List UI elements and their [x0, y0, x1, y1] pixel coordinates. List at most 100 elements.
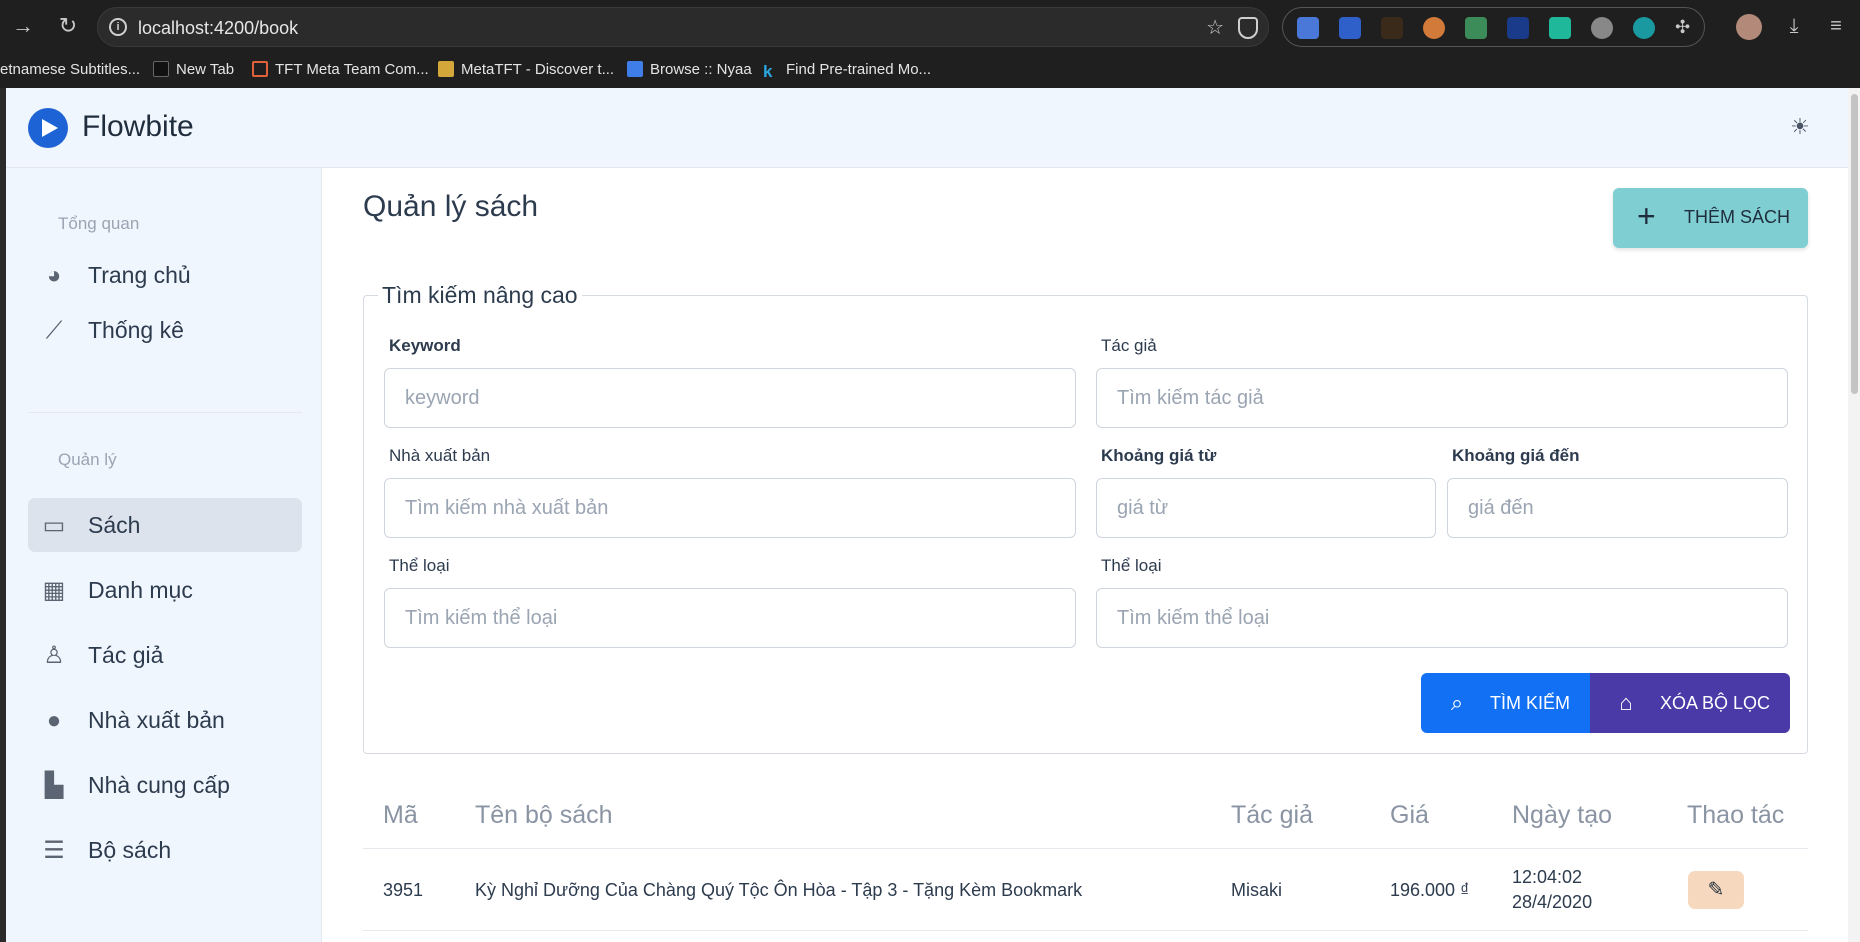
bookmark-item[interactable]: etnamese Subtitles... [0, 61, 140, 78]
page-title: Quản lý sách [363, 190, 539, 223]
category-search-input[interactable] [384, 588, 1076, 648]
row-id: 3951 [383, 880, 424, 900]
author-search-input[interactable] [1096, 368, 1788, 428]
bookmark-star-icon[interactable]: ☆ [1206, 15, 1224, 40]
nyaa-icon [627, 61, 643, 77]
clear-filter-button[interactable]: ⌂ XÓA BỘ LỌC [1590, 673, 1790, 733]
forward-icon[interactable]: → [10, 13, 36, 39]
bookmark-item[interactable]: New Tab [153, 61, 234, 78]
layers-icon: ☰ [43, 837, 65, 864]
row-price: 196.000 ₫ [1390, 880, 1470, 900]
keyword-label: Keyword [389, 336, 461, 355]
ht-icon [153, 61, 169, 77]
code-extension-icon[interactable] [1549, 17, 1571, 39]
column-header-actions: Thao tác [1687, 801, 1785, 829]
mask-extension-icon[interactable] [1591, 17, 1613, 39]
bookmark-item[interactable]: TFT Meta Team Com... [252, 61, 429, 78]
price-to-label: Khoảng giá đến [1452, 446, 1580, 465]
sidebar-item-publishers[interactable]: ● Nhà xuất bản [28, 693, 302, 747]
chart-icon: ⟋ [45, 317, 63, 344]
price-from-input[interactable] [1096, 478, 1436, 538]
sidebar-section-overview: Tổng quan [58, 214, 140, 233]
bookmark-item[interactable]: Browse :: Nyaa [627, 61, 752, 78]
clear-filter-label: XÓA BỘ LỌC [1660, 693, 1771, 713]
sidebar-item-label: Thống kê [88, 317, 184, 343]
tft-icon [252, 61, 268, 77]
factory-icon: ▙ [44, 772, 64, 799]
publisher-label: Nhà xuất bản [389, 446, 491, 465]
book-icon: ▭ [42, 512, 66, 539]
download-icon[interactable]: ⤓ [1782, 15, 1806, 39]
category-label-2: Thể loại [1101, 556, 1162, 575]
address-bar[interactable]: i localhost:4200/book ☆ [97, 7, 1269, 47]
bookmark-item[interactable]: MetaTFT - Discover t... [438, 61, 614, 78]
edit-button[interactable]: ✎ [1688, 871, 1744, 909]
row-author: Misaki [1231, 880, 1283, 900]
shield-icon[interactable] [1238, 17, 1258, 39]
url-text[interactable]: localhost:4200/book [138, 18, 298, 39]
sidebar-section-manage: Quản lý [58, 450, 117, 469]
price-to-input[interactable] [1447, 478, 1788, 538]
profile-avatar[interactable] [1736, 14, 1762, 40]
sidebar-item-label: Nhà xuất bản [88, 707, 225, 733]
user-icon: ♙ [43, 642, 65, 669]
search-button-label: TÌM KIẾM [1490, 693, 1570, 713]
sidebar-item-label: Sách [88, 512, 141, 538]
sidebar-divider [28, 412, 302, 413]
browser-toolbar: → ↻ i localhost:4200/book ☆ ✣ ⤓ ≡ [0, 0, 1860, 53]
site-info-icon[interactable]: i [109, 18, 127, 36]
sync-extension-icon[interactable] [1633, 17, 1655, 39]
sidebar-item-authors[interactable]: ♙ Tác giả [28, 628, 302, 682]
column-header-name[interactable]: Tên bộ sách [475, 801, 613, 830]
column-header-price[interactable]: Giá [1390, 801, 1429, 830]
category-label: Thể loại [389, 556, 450, 575]
advanced-search-legend: Tìm kiếm nâng cao [378, 282, 582, 309]
bookmark-item[interactable]: k Find Pre-trained Mo... [763, 61, 931, 80]
category-icon: ▦ [42, 577, 66, 604]
clipboard-extension-icon[interactable] [1465, 17, 1487, 39]
publisher-search-input[interactable] [384, 478, 1076, 538]
sidebar-item-categories[interactable]: ▦ Danh mục [28, 563, 302, 617]
column-header-id[interactable]: Mã [383, 801, 418, 830]
sidebar-item-book-sets[interactable]: ☰ Bộ sách [28, 823, 302, 877]
category-search-input-2[interactable] [1096, 588, 1788, 648]
sidebar-item-label: Danh mục [88, 577, 193, 603]
puzzle-extensions-icon[interactable]: ✣ [1675, 17, 1697, 39]
bitwarden-extension-icon[interactable] [1339, 17, 1361, 39]
keyword-input[interactable] [384, 368, 1076, 428]
column-header-created[interactable]: Ngày tạo [1512, 801, 1612, 830]
author-label: Tác giả [1101, 336, 1157, 355]
sidebar-item-books[interactable]: ▭ Sách [28, 498, 302, 552]
row-created-time: 12:04:02 [1512, 867, 1583, 887]
sidebar-item-statistics[interactable]: ⟋ Thống kê [28, 303, 302, 357]
k-icon: k [763, 62, 773, 81]
add-book-button[interactable]: + THÊM SÁCH [1613, 188, 1808, 248]
cookie-extension-icon[interactable] [1423, 17, 1445, 39]
row-name[interactable]: Kỳ Nghỉ Dưỡng Của Chàng Quý Tộc Ôn Hòa -… [475, 880, 1082, 901]
sidebar: Tổng quan ◕ Trang chủ ⟋ Thống kê Quản lý… [6, 168, 322, 942]
translate-extension-icon[interactable] [1297, 17, 1319, 39]
search-icon: ⌕ [1450, 690, 1464, 715]
app-header: Flowbite ☀ [6, 88, 1848, 168]
search-button[interactable]: ⌕ TÌM KIẾM [1421, 673, 1590, 733]
reload-icon[interactable]: ↻ [55, 13, 81, 39]
table-row-divider [363, 930, 1808, 931]
dashboard-icon: ◕ [46, 262, 62, 289]
broom-icon: ⌂ [1619, 690, 1633, 715]
pencil-icon: ✎ [1707, 879, 1725, 901]
brand-name[interactable]: Flowbite [82, 110, 194, 144]
scrollbar-thumb[interactable] [1851, 94, 1858, 394]
plus-icon: + [1637, 198, 1656, 234]
table-header-divider [363, 848, 1808, 849]
menu-icon[interactable]: ≡ [1824, 15, 1848, 39]
mi-extension-icon[interactable] [1381, 17, 1403, 39]
sidebar-item-suppliers[interactable]: ▙ Nhà cung cấp [28, 758, 302, 812]
sun-icon[interactable]: ☀ [1786, 114, 1814, 142]
sidebar-item-label: Trang chủ [88, 262, 191, 288]
column-header-author[interactable]: Tác giả [1231, 801, 1313, 830]
price-from-label: Khoảng giá từ [1101, 446, 1217, 465]
sidebar-item-label: Bộ sách [88, 837, 172, 863]
j-extension-icon[interactable] [1507, 17, 1529, 39]
sidebar-item-home[interactable]: ◕ Trang chủ [28, 248, 302, 302]
extensions-bar: ✣ [1282, 7, 1705, 47]
